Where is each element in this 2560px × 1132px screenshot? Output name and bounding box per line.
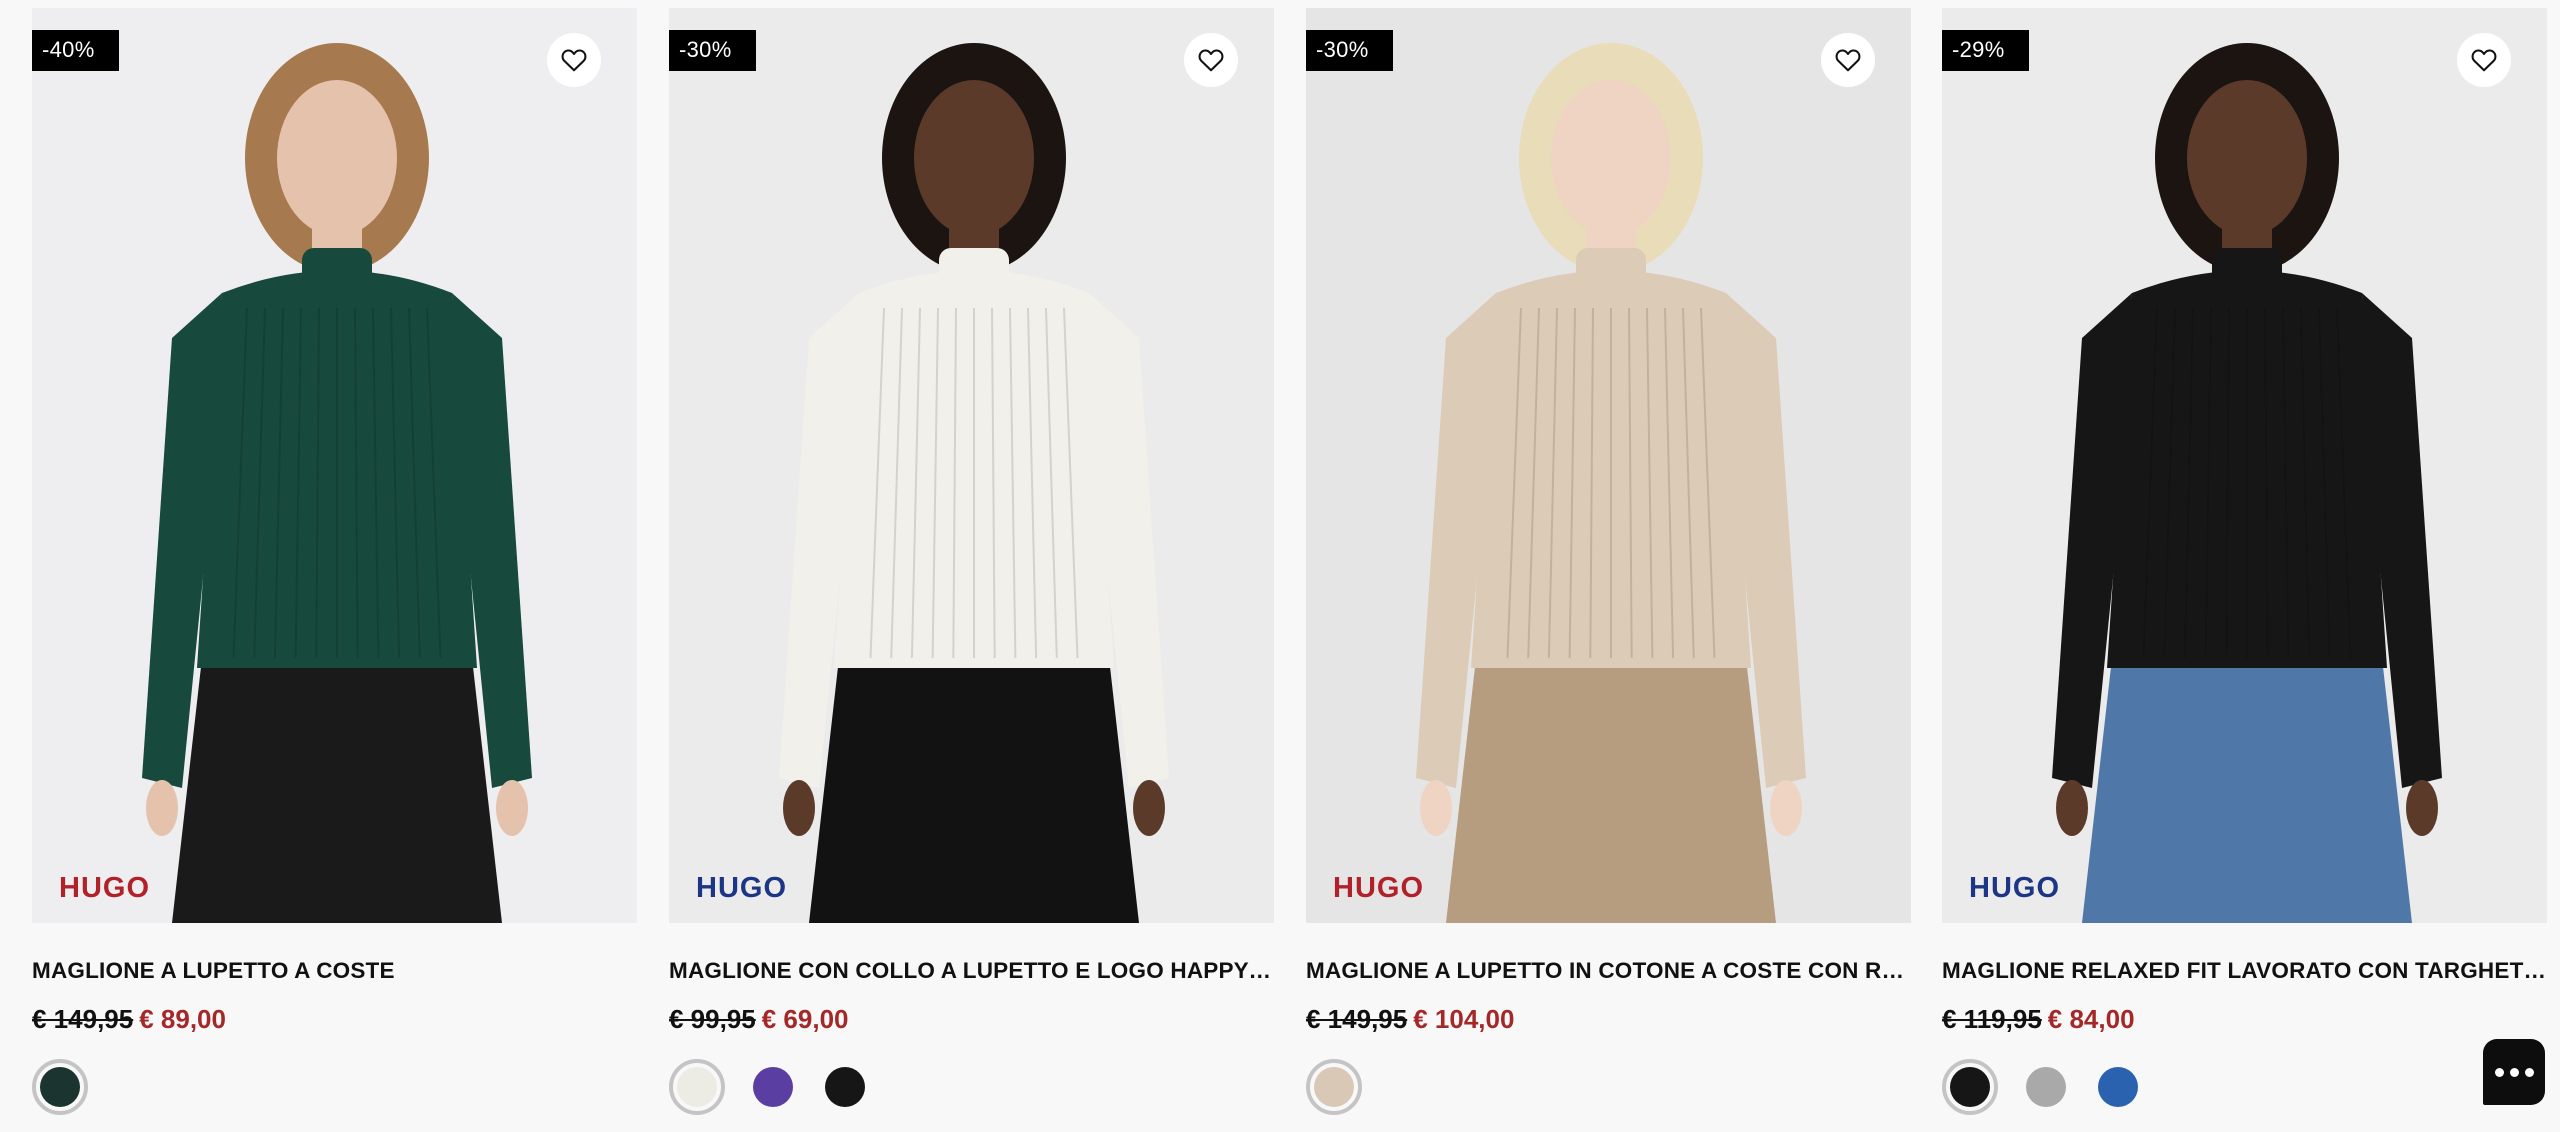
product-image[interactable]: -30% HUGO: [1306, 8, 1911, 923]
price-block: € 99,95 € 69,00: [669, 1003, 1274, 1035]
product-title[interactable]: MAGLIONE CON COLLO A LUPETTO E LOGO HAPP…: [669, 956, 1274, 986]
bottom-garment: [172, 658, 502, 923]
product-title[interactable]: MAGLIONE RELAXED FIT LAVORATO CON TARGHE…: [1942, 956, 2547, 986]
hand-left: [1420, 780, 1452, 836]
product-card[interactable]: -30% HUGO MAGLIONE A LUPETTO IN COTONE A…: [1306, 8, 1911, 1115]
hand-right: [1770, 780, 1802, 836]
sale-price: € 104,00: [1413, 1004, 1515, 1034]
product-image[interactable]: -40% HUGO: [32, 8, 637, 923]
chat-button[interactable]: [2483, 1039, 2545, 1105]
product-title[interactable]: MAGLIONE A LUPETTO IN COTONE A COSTE CON…: [1306, 956, 1911, 986]
heart-icon: [1835, 49, 1861, 72]
color-swatch[interactable]: [1942, 1059, 1998, 1115]
color-swatches: [32, 1059, 637, 1115]
add-to-wishlist-button[interactable]: [547, 33, 601, 87]
chat-icon-dot: [2524, 1067, 2534, 1077]
product-grid: -40% HUGO MAGLIONE A LUPETTO A COSTE € 1…: [0, 0, 2560, 1132]
hand-left: [783, 780, 815, 836]
face: [914, 80, 1034, 236]
sweater-collar: [939, 248, 1009, 288]
sale-price: € 69,00: [761, 1004, 849, 1034]
color-swatches: [669, 1059, 1274, 1115]
product-title[interactable]: MAGLIONE A LUPETTO A COSTE: [32, 956, 637, 986]
product-card[interactable]: -30% HUGO MAGLIONE CON COLLO A LUPETTO E…: [669, 8, 1274, 1115]
price-block: € 149,95 € 89,00: [32, 1003, 637, 1035]
brand-logo: HUGO: [696, 872, 787, 904]
discount-badge: -30%: [669, 30, 756, 71]
heart-icon: [561, 49, 587, 72]
sweater-collar: [302, 248, 372, 288]
heart-icon: [1198, 49, 1224, 72]
color-swatches: [1306, 1059, 1911, 1115]
heart-icon: [2471, 49, 2497, 72]
discount-badge: -30%: [1306, 30, 1393, 71]
bottom-garment: [1446, 658, 1776, 923]
add-to-wishlist-button[interactable]: [1184, 33, 1238, 87]
add-to-wishlist-button[interactable]: [2457, 33, 2511, 87]
original-price: € 149,95: [32, 1004, 134, 1034]
sale-price: € 84,00: [2047, 1004, 2135, 1034]
chat-icon: [2494, 1067, 2504, 1077]
hand-right: [2406, 780, 2438, 836]
discount-badge: -40%: [32, 30, 119, 71]
product-photo: [2052, 43, 2442, 923]
color-swatch[interactable]: [825, 1067, 865, 1107]
color-swatch[interactable]: [32, 1059, 88, 1115]
hand-left: [146, 780, 178, 836]
product-image[interactable]: -30% HUGO: [669, 8, 1274, 923]
chat-icon-dot: [2509, 1067, 2519, 1077]
product-image[interactable]: -29% HUGO: [1942, 8, 2547, 923]
original-price: € 99,95: [669, 1004, 756, 1034]
bottom-garment: [2082, 658, 2412, 923]
brand-logo: HUGO: [59, 872, 150, 904]
price-block: € 149,95 € 104,00: [1306, 1003, 1911, 1035]
original-price: € 119,95: [1942, 1004, 2042, 1034]
price-block: € 119,95 € 84,00: [1942, 1003, 2547, 1035]
product-card[interactable]: -40% HUGO MAGLIONE A LUPETTO A COSTE € 1…: [32, 8, 637, 1115]
product-card[interactable]: -29% HUGO MAGLIONE RELAXED FIT LAVORATO …: [1942, 8, 2547, 1115]
brand-logo: HUGO: [1333, 872, 1424, 904]
hand-left: [2056, 780, 2088, 836]
bottom-garment: [809, 658, 1139, 923]
discount-badge: -29%: [1942, 30, 2029, 71]
color-swatch[interactable]: [2098, 1067, 2138, 1107]
color-swatch[interactable]: [2026, 1067, 2066, 1107]
hand-right: [496, 780, 528, 836]
product-photo: [779, 43, 1169, 923]
face: [2187, 80, 2307, 236]
color-swatches: [1942, 1059, 2547, 1115]
color-swatch[interactable]: [753, 1067, 793, 1107]
product-photo: [1416, 43, 1806, 923]
sweater-collar: [2212, 248, 2282, 288]
add-to-wishlist-button[interactable]: [1821, 33, 1875, 87]
face: [277, 80, 397, 236]
face: [1551, 80, 1671, 236]
original-price: € 149,95: [1306, 1004, 1408, 1034]
color-swatch[interactable]: [1306, 1059, 1362, 1115]
sweater-collar: [1576, 248, 1646, 288]
product-photo: [142, 43, 532, 923]
hand-right: [1133, 780, 1165, 836]
color-swatch[interactable]: [669, 1059, 725, 1115]
sale-price: € 89,00: [139, 1004, 226, 1034]
brand-logo: HUGO: [1969, 872, 2060, 904]
